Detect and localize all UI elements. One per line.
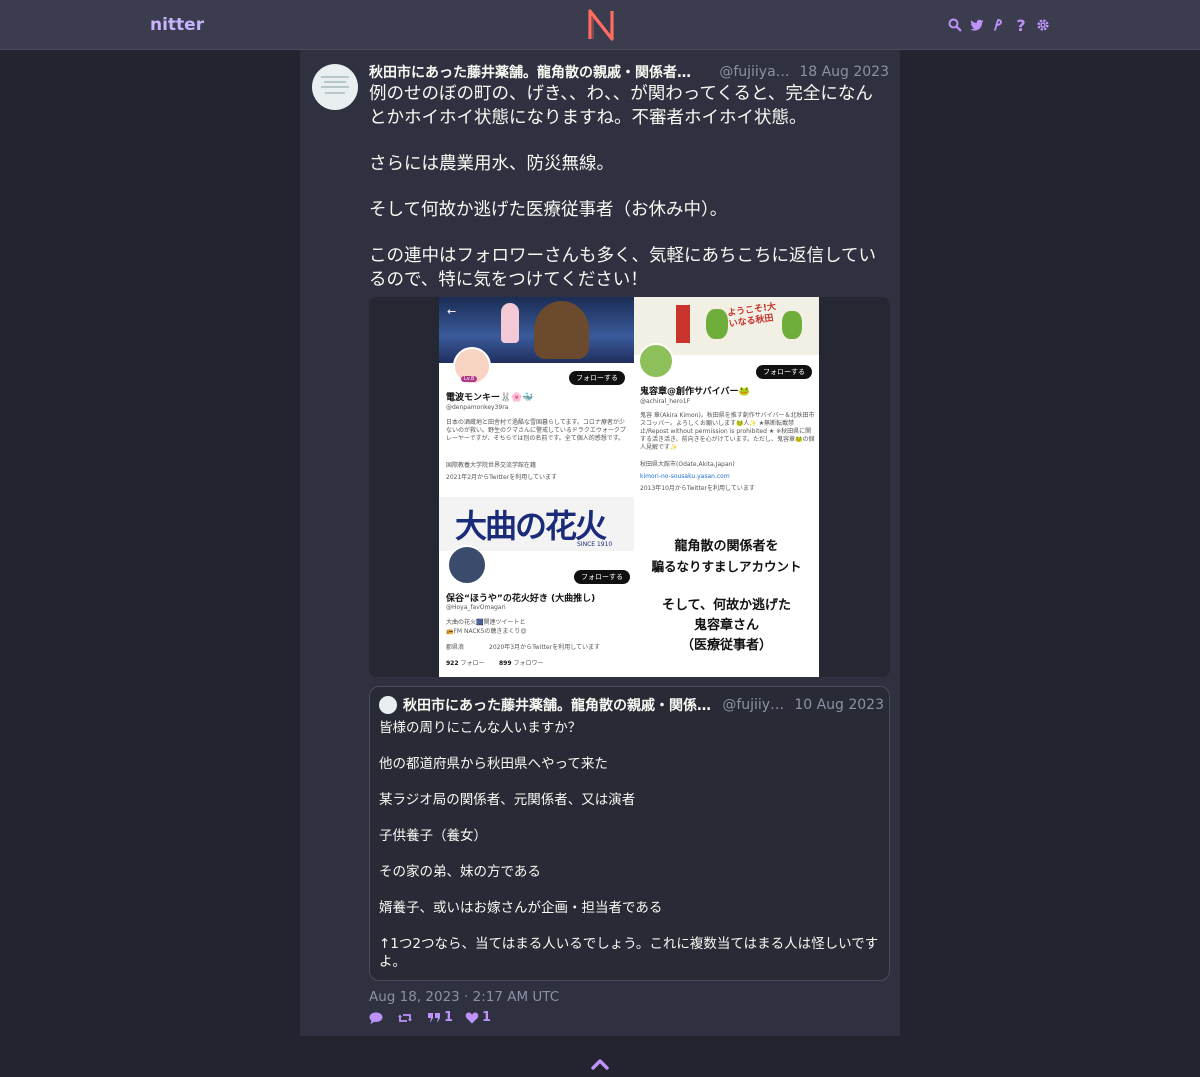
quote-stat[interactable]: 1 (427, 1010, 453, 1025)
profile-panel-kimon: ようこそ!大いなる秋田 フォローする 鬼容章@創作サバイバー🐸 @achiral… (634, 297, 819, 497)
back-arrow-icon: ← (447, 305, 457, 318)
retweet-stat[interactable] (398, 1010, 415, 1025)
comment-icon (369, 1011, 383, 1024)
nav-icons: ? (948, 16, 1050, 35)
tweet-published-date[interactable]: Aug 18, 2023 · 2:17 AM UTC (369, 989, 559, 1005)
like-stat[interactable]: 1 (465, 1010, 491, 1025)
tweet-fullname[interactable]: 秋田市にあった藤井薬舗。龍角散の親戚・関係者を騙… (369, 62, 703, 82)
quote-fullname[interactable]: 秋田市にあった藤井薬舗。龍角散の親戚・関係者… (403, 695, 714, 715)
quote-paragraph: ↑1つ2つなら、当てはまる人いるでしょう。これに複数当てはまる人は怪しいですよ。 (379, 936, 879, 970)
quote-date[interactable]: 10 Aug 2023 (794, 697, 884, 713)
tweet-stats: 1 1 (369, 1010, 491, 1025)
rss-icon[interactable] (992, 16, 1006, 34)
profile-panel-hoya: 大曲の花火 SINCE 1910 フォローする 保谷“ほうや”の花火好き (大曲… (439, 497, 634, 677)
heart-icon (465, 1011, 479, 1023)
quote-paragraph: 某ラジオ局の関係者、元関係者、又は演者 (379, 792, 636, 808)
quote-avatar[interactable] (379, 696, 397, 714)
profile-panel-denpa: ← Lv.8 フォローする 電波モンキー🐰🌸🐳 @denpamonkey39ra… (439, 297, 634, 497)
quote-paragraph: その家の弟、妹の方である (379, 864, 541, 880)
quoted-tweet[interactable]: 秋田市にあった藤井薬舗。龍角散の親戚・関係者… @fujiiya… 10 Aug… (369, 686, 890, 981)
brand-link[interactable]: nitter (150, 15, 204, 35)
quote-paragraph: 婿養子、或いはお嫁さんが企画・担当者である (379, 900, 663, 916)
tweet-paragraph: この連中はフォロワーさんも多く、気軽にあちこちに返信しているので、特に気をつけて… (369, 246, 876, 290)
tweet-media[interactable]: ← Lv.8 フォローする 電波モンキー🐰🌸🐳 @denpamonkey39ra… (369, 297, 890, 677)
avatar[interactable] (312, 64, 358, 110)
quote-username[interactable]: @fujiiya… (722, 697, 786, 713)
quote-paragraph: 子供養子（養女） (379, 828, 487, 844)
twitter-bird-icon[interactable] (970, 16, 984, 34)
quote-header: 秋田市にあった藤井薬舗。龍角散の親戚・関係者… @fujiiya… 10 Aug… (379, 696, 884, 714)
gear-icon[interactable] (1036, 16, 1050, 34)
media-image[interactable]: ← Lv.8 フォローする 電波モンキー🐰🌸🐳 @denpamonkey39ra… (439, 297, 819, 677)
quote-paragraph: 他の都道府県から秋田県へやって来た (379, 756, 608, 772)
quote-content: 皆様の周りにこんな人いますか？ 他の都道府県から秋田県へやって来た 某ラジオ局の… (379, 719, 884, 989)
quote-icon (428, 1012, 440, 1023)
retweet-icon (398, 1013, 412, 1022)
chevron-up-icon[interactable] (590, 1056, 610, 1072)
tweet-content: 例のせのぼの町の、げき、、わ、、が関わってくると、完全になんとかホイホイ状態にな… (369, 82, 889, 314)
tweet-date[interactable]: 18 Aug 2023 (799, 64, 889, 80)
help-icon[interactable]: ? (1014, 16, 1028, 35)
timeline: 秋田市にあった藤井薬舗。龍角散の親戚・関係者を騙… @fujiiyak… 18 … (300, 50, 900, 1036)
tweet-header: 秋田市にあった藤井薬舗。龍角散の親戚・関係者を騙… @fujiiyak… 18 … (369, 62, 889, 82)
tweet-paragraph: そして何故か逃げた医療従事者（お休み中）。 (369, 200, 728, 220)
tweet-paragraph: さらには農業用水、防災無線。 (369, 154, 614, 174)
quote-paragraph: 皆様の周りにこんな人いますか？ (379, 720, 582, 736)
tweet-paragraph: 例のせのぼの町の、げき、、わ、、が関わってくると、完全になんとかホイホイ状態にな… (369, 84, 873, 128)
caption-panel: 龍角散の関係者を 騙るなりすましアカウント そして、何故か逃げた 鬼容章さん （… (634, 497, 819, 677)
nitter-logo-icon[interactable] (586, 8, 616, 42)
search-icon[interactable] (948, 16, 962, 34)
reply-stat[interactable] (369, 1010, 386, 1025)
tweet-username[interactable]: @fujiiyak… (719, 64, 793, 80)
navbar: nitter ? (0, 0, 1200, 50)
